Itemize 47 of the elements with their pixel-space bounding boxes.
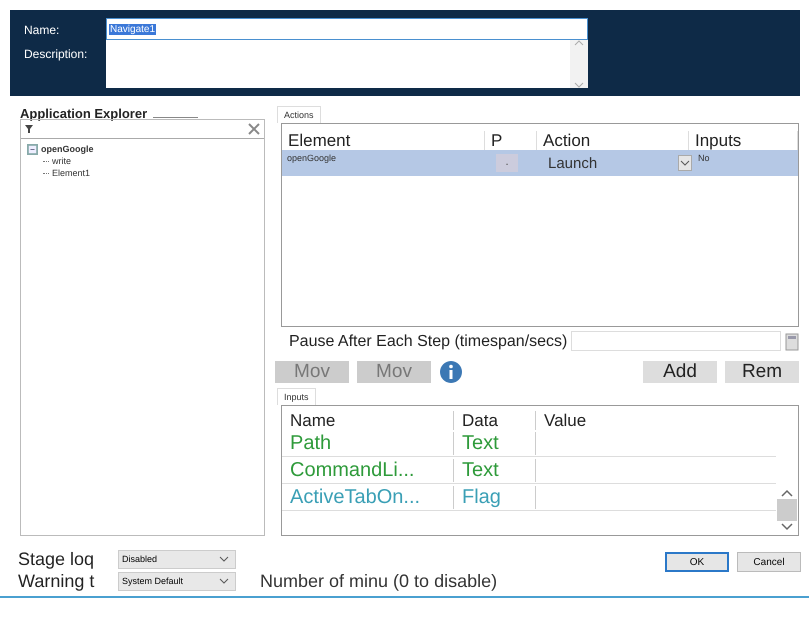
cancel-button[interactable]: Cancel bbox=[737, 552, 801, 572]
table-cell: Text bbox=[454, 432, 536, 455]
column-header: Value bbox=[543, 411, 588, 430]
warning-threshold-dropdown[interactable]: System Default bbox=[118, 572, 236, 590]
pause-field[interactable] bbox=[571, 331, 781, 352]
description-label: Description: bbox=[24, 47, 88, 61]
column-header: Data bbox=[454, 411, 536, 430]
chevron-down-icon bbox=[219, 578, 229, 584]
info-icon[interactable] bbox=[439, 360, 463, 384]
action-dropdown[interactable]: Launch bbox=[542, 154, 678, 172]
stage-logging-label: Stage loq bbox=[18, 548, 96, 570]
tree-item[interactable]: Element1 bbox=[52, 168, 90, 178]
close-icon[interactable] bbox=[248, 123, 260, 135]
tree-item[interactable]: openGoogle bbox=[41, 144, 94, 154]
filter-icon bbox=[25, 125, 33, 133]
table-cell: CommandLi... bbox=[282, 458, 454, 482]
table-cell: Text bbox=[454, 458, 536, 482]
action-button[interactable]: Add bbox=[643, 361, 717, 384]
name-label: Name: bbox=[24, 23, 60, 37]
name-field[interactable]: Navigate1 bbox=[106, 18, 588, 40]
tree-item[interactable]: write bbox=[52, 156, 72, 166]
pause-label: Pause After Each Step (timespan/secs) bbox=[288, 332, 568, 352]
warning-threshold-label: Warning t bbox=[18, 570, 96, 592]
stage-logging-dropdown[interactable]: Disabled bbox=[118, 550, 236, 568]
chevron-down-icon bbox=[219, 556, 229, 562]
ok-button[interactable]: OK bbox=[665, 552, 729, 572]
collapse-toggle[interactable] bbox=[27, 144, 38, 154]
chevron-up-icon[interactable] bbox=[781, 489, 793, 497]
table-cell-text: openGoogle bbox=[286, 152, 338, 163]
description-field[interactable] bbox=[106, 40, 588, 88]
scrollbar-thumb[interactable] bbox=[777, 499, 797, 521]
selected-text: Navigate1 bbox=[109, 24, 156, 34]
table-cell: ActiveTabOn... bbox=[282, 486, 454, 509]
actions-tab[interactable]: Actions bbox=[277, 106, 321, 123]
calculator-icon[interactable] bbox=[785, 332, 799, 351]
chevron-down-icon[interactable] bbox=[678, 155, 692, 171]
chevron-down-icon[interactable] bbox=[781, 523, 793, 531]
table-cell-text: No bbox=[697, 152, 711, 163]
column-header: Name bbox=[282, 411, 454, 430]
p-button[interactable]: . bbox=[496, 154, 518, 172]
inputs-tab[interactable]: Inputs bbox=[277, 388, 316, 406]
action-button[interactable]: Rem bbox=[725, 361, 799, 384]
table-cell: Flag bbox=[454, 486, 536, 509]
minutes-label: Number of minu (0 to disable) bbox=[260, 570, 498, 592]
panel-title: Application Explorer bbox=[20, 106, 148, 121]
table-row[interactable]: openGoogle . Launch No bbox=[282, 150, 798, 176]
table-cell: Path bbox=[282, 432, 454, 455]
